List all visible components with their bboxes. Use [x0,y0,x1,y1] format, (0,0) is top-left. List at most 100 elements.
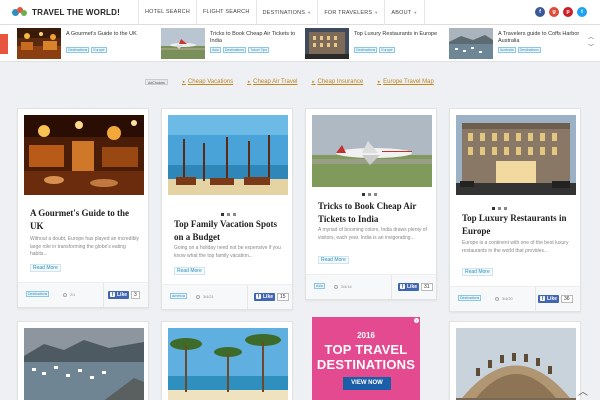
tag-badge[interactable]: Europe [91,47,107,53]
facebook-like[interactable]: f Like 3 [108,291,140,299]
read-more-button[interactable]: Read More [30,264,61,272]
twitter-icon[interactable]: t [577,7,587,17]
like-section: f Like 36 [535,287,580,311]
info-icon[interactable]: i [414,318,419,323]
slider-dots[interactable] [362,193,377,196]
post-image[interactable] [168,115,288,195]
nav-hotel-search[interactable]: HOTEL SEARCH [138,0,196,25]
ad-link-label: Europe Travel Map [383,79,434,85]
google-plus-icon[interactable]: g [549,7,559,17]
ticker-nav: ︿ ﹀ [588,33,594,53]
post-card [161,321,293,400]
tag-badge[interactable]: Australia [498,47,516,53]
post-card: Top Luxury Restaurants in Europe Europe … [449,108,581,312]
ticker-item-title: Tricks to Book Cheap Air Tickets to Indi… [210,31,296,44]
tag-badge[interactable]: Europe [379,47,395,53]
category-tag[interactable]: Asia [314,283,325,289]
nav-about[interactable]: ABOUT ▼ [384,0,425,25]
play-arrow-icon: ► [247,79,252,84]
ticker-item[interactable]: A Travelers guide to Coffs Harbor Austra… [449,28,589,59]
facebook-like-button[interactable]: f Like [398,283,420,291]
post-image[interactable] [312,115,432,187]
like-section: f Like 3 [103,283,148,307]
ticker-item[interactable]: A Gourmet's Guide to the UK Destinations… [17,28,157,59]
post-card: Tricks to Book Cheap Air Tickets to Indi… [305,108,437,300]
post-footer: Destinations 3/4/20 f Like 36 [450,286,580,311]
post-excerpt: Europe is a continent with one of the be… [462,240,569,254]
facebook-like[interactable]: f Like 36 [538,295,573,303]
post-footer: Destinations 2/1 f Like 3 [18,282,148,307]
slider-dots[interactable] [492,207,507,210]
slider-dots[interactable] [221,213,236,216]
post-image[interactable] [24,115,144,195]
nav-for-travelers[interactable]: FOR TRAVELERS ▼ [317,0,384,25]
site-logo[interactable]: TRAVEL THE WORLD! [12,6,120,18]
post-date: 3/4/14 [334,285,352,289]
facebook-like-button[interactable]: f Like [108,291,130,299]
tag-badge[interactable]: Destinations [354,47,378,53]
like-count: 31 [421,283,433,291]
tag-badge[interactable]: Destinations [517,47,541,53]
nav-flight-search[interactable]: FLIGHT SEARCH [195,0,256,25]
facebook-icon[interactable]: f [535,7,545,17]
ticker-item-title: Top Luxury Restaurants in Europe [354,31,438,37]
post-title[interactable]: Top Family Vacation Spots on a Budget [174,218,286,244]
facebook-icon: f [400,284,405,290]
ad-banner[interactable]: i 2016 TOP TRAVEL DESTINATIONS VIEW NOW [312,317,420,400]
ad-link[interactable]: ► Cheap Insurance [312,79,364,85]
post-title[interactable]: Top Luxury Restaurants in Europe [462,212,578,238]
tag-badge[interactable]: Travel Tips [248,47,270,53]
tag-badge[interactable]: Destinations [222,47,247,53]
facebook-like[interactable]: f Like 15 [254,293,289,301]
like-label: Like [117,292,128,298]
facebook-like-button[interactable]: f Like [254,293,276,301]
category-tag[interactable]: Destinations [458,295,482,301]
read-more-button[interactable]: Read More [318,256,349,264]
ad-link-label: Cheap Insurance [317,79,364,85]
tag-badge[interactable]: Destinations [66,47,90,53]
pinterest-icon[interactable]: p [563,7,573,17]
nav-destinations[interactable]: DESTINATIONS ▼ [255,0,318,25]
post-card: Top Family Vacation Spots on a Budget Go… [161,108,293,310]
ad-link[interactable]: ► Cheap Vacations [182,79,233,85]
play-arrow-icon: ► [311,79,316,84]
scroll-to-top-icon[interactable]: ︿ [578,383,588,398]
post-excerpt: Going on a holiday need not be expensive… [174,245,281,259]
ticker-item[interactable]: Tricks to Book Cheap Air Tickets to Indi… [161,28,301,59]
facebook-like-button[interactable]: f Like [538,295,560,303]
tag-badge[interactable]: Asia [210,47,221,53]
post-footer: Asia 3/4/14 f Like 31 [306,274,436,299]
chevron-up-icon[interactable]: ︿ [588,33,594,43]
post-image[interactable] [168,328,288,400]
read-more-button[interactable]: Read More [174,267,205,275]
nav-label: FOR TRAVELERS [324,10,373,16]
clock-icon [196,295,200,299]
post-card [449,321,581,400]
read-more-button[interactable]: Read More [462,268,493,276]
chevron-down-icon[interactable]: ﹀ [588,43,594,53]
post-title[interactable]: A Gourmet's Guide to the UK [30,207,142,233]
hotel-thumbnail [305,28,349,59]
post-card [17,321,149,400]
post-image[interactable] [456,328,576,400]
ticker-toggle-tab[interactable] [0,34,8,54]
site-header: TRAVEL THE WORLD! HOTEL SEARCH FLIGHT SE… [0,0,600,25]
like-section: f Like 31 [391,275,436,299]
ad-link-label: Cheap Air Travel [253,79,298,85]
like-label: Like [407,284,418,290]
post-image[interactable] [24,328,144,400]
post-date: 2/1 [63,293,75,297]
post-title[interactable]: Tricks to Book Cheap Air Tickets to Indi… [318,200,432,226]
main-nav: HOTEL SEARCH FLIGHT SEARCH DESTINATIONS ▼… [138,0,425,25]
ad-link[interactable]: ► Europe Travel Map [377,79,434,85]
facebook-like[interactable]: f Like 31 [398,283,433,291]
category-tag[interactable]: Destinations [26,291,50,297]
post-image[interactable] [456,115,576,195]
ticker-item[interactable]: Top Luxury Restaurants in Europe Destina… [305,28,445,59]
view-now-button[interactable]: VIEW NOW [343,377,391,390]
ad-link[interactable]: ► Cheap Air Travel [247,79,297,85]
adchoices-badge[interactable]: AdChoices [145,79,168,85]
category-tag[interactable]: America [170,293,187,299]
like-label: Like [263,294,274,300]
ad-links-bar: AdChoices ► Cheap Vacations ► Cheap Air Tr… [145,78,434,86]
